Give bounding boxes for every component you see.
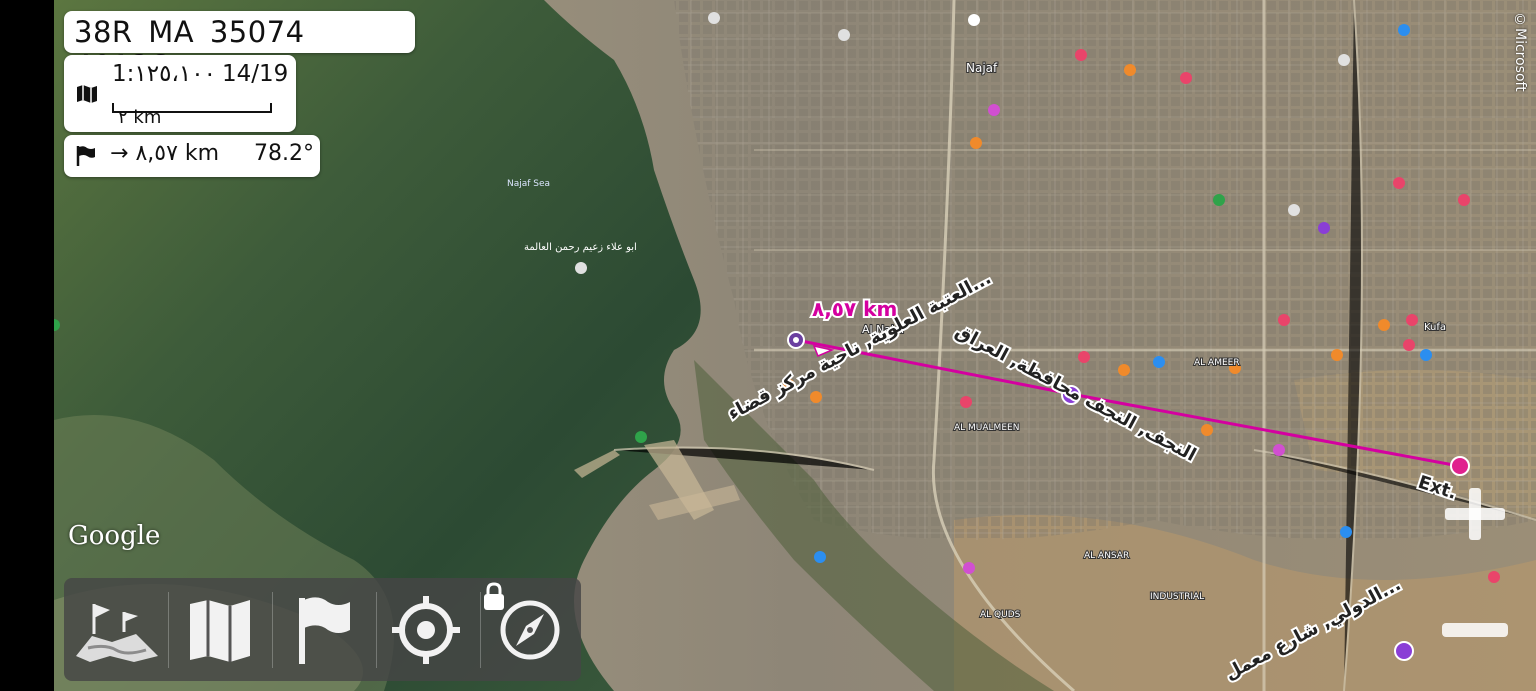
- flag-icon: [76, 145, 96, 171]
- muallimeen-label: AL MUALMEEN: [954, 423, 1019, 433]
- map-screen: Najaf Sea ابو علاء زعيم رحمن العالمة Naj…: [0, 0, 1536, 691]
- sea-label: Najaf Sea: [507, 179, 550, 189]
- microsoft-credit: ©Microsoft: [1512, 12, 1528, 92]
- google-logo: Google: [68, 521, 161, 551]
- left-black-bar: [0, 0, 54, 691]
- waypoint-button[interactable]: [274, 578, 374, 681]
- kufa-label: Kufa: [1424, 322, 1446, 333]
- ameer-label: AL AMEER: [1194, 358, 1240, 368]
- flag-icon: [299, 597, 350, 664]
- zoom-out-button[interactable]: [1440, 618, 1510, 642]
- distance-value: → ٨,٥٧ km: [110, 141, 220, 166]
- bearing-value: 78.2°: [254, 141, 314, 166]
- zoom-in-button[interactable]: [1440, 482, 1510, 546]
- maps-button[interactable]: [66, 578, 166, 681]
- map-icon: [190, 600, 250, 662]
- maps-icon: [76, 604, 158, 662]
- ansar-label: AL ANSAR: [1084, 551, 1129, 561]
- quds-label: AL QUDS: [980, 610, 1021, 620]
- scale-panel[interactable]: 1:١٢٥،١٠٠ 14/19 ٢ km: [64, 55, 296, 132]
- locate-button[interactable]: [378, 578, 478, 681]
- crosshair-icon: [392, 596, 460, 664]
- zoom-level: 14/19: [222, 61, 289, 87]
- coordinate-readout[interactable]: 38R MA 35074 40126: [64, 11, 415, 83]
- scale-ratio: 1:١٢٥،١٠٠: [112, 61, 216, 87]
- map-layer-button[interactable]: [170, 578, 270, 681]
- lock-icon[interactable]: [482, 582, 506, 612]
- distance-panel[interactable]: → ٨,٥٧ km 78.2°: [64, 135, 320, 177]
- track-distance-label: ٨,٥٧ km: [812, 297, 897, 321]
- scale-length: ٢ km: [118, 107, 162, 128]
- cemetery-label: ابو علاء زعيم رحمن العالمة: [524, 242, 637, 253]
- najaf-label: Najaf: [966, 61, 998, 75]
- map-icon: [76, 83, 98, 109]
- industrial-label: INDUSTRIAL: [1150, 592, 1204, 602]
